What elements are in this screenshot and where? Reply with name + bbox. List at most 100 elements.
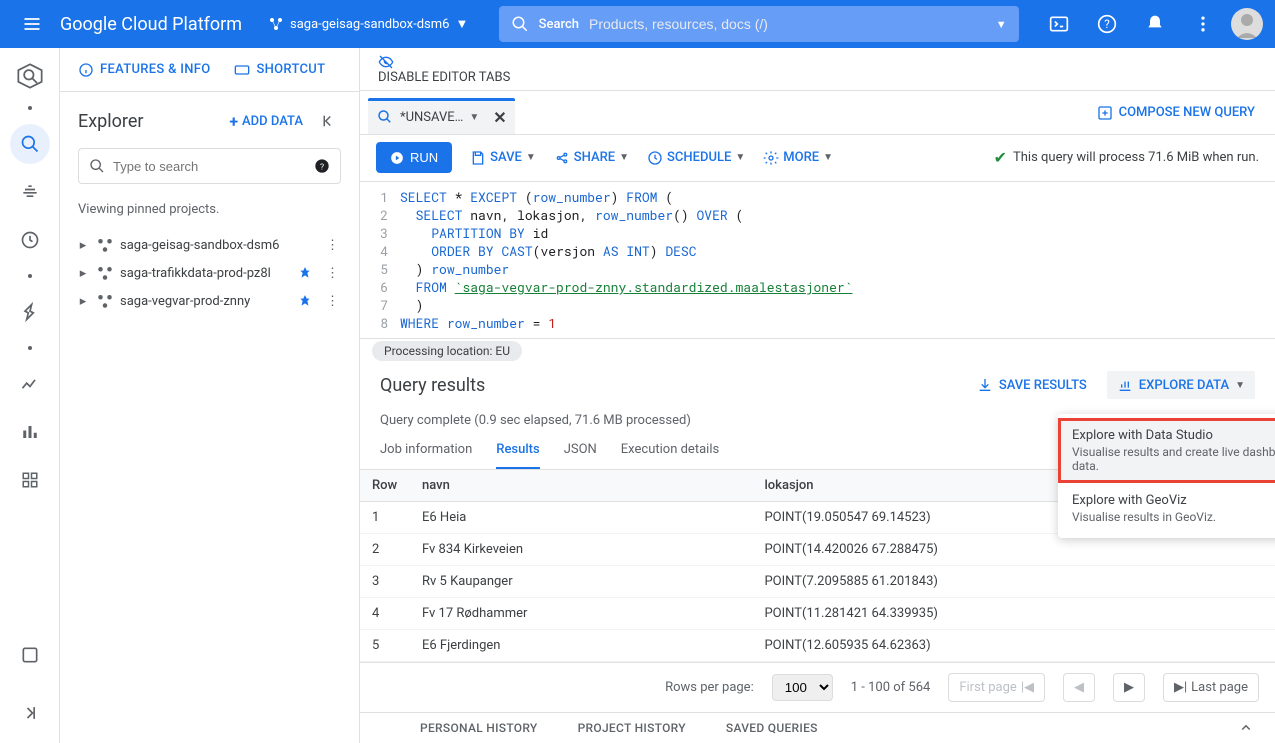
result-tab-execution-details[interactable]: Execution details xyxy=(621,432,719,469)
explore-data-button[interactable]: EXPLORE DATA▼ xyxy=(1107,371,1255,399)
more-vert-icon[interactable]: ⋮ xyxy=(322,294,343,309)
menu-item-title: Explore with GeoViz xyxy=(1072,493,1275,508)
project-history-tab[interactable]: PROJECT HISTORY xyxy=(578,721,686,735)
plus-box-icon xyxy=(1097,105,1113,121)
more-vert-icon[interactable] xyxy=(1183,4,1223,44)
first-page-icon: |◀ xyxy=(1021,680,1034,695)
divider-dot xyxy=(28,106,32,110)
expand-arrow-icon[interactable]: ▸ xyxy=(76,294,90,309)
resources-icon[interactable] xyxy=(10,460,50,500)
more-vert-icon[interactable]: ⋮ xyxy=(322,266,343,281)
result-tab-results[interactable]: Results xyxy=(496,432,539,469)
table-cell: Rv 5 Kaupanger xyxy=(410,566,752,598)
close-tab-icon[interactable]: ✕ xyxy=(493,108,506,127)
more-vert-icon[interactable]: ⋮ xyxy=(322,238,343,253)
bigquery-logo-icon[interactable] xyxy=(14,60,46,92)
help-filled-icon[interactable]: ? xyxy=(314,158,330,174)
gcp-logo[interactable]: Google Cloud Platform xyxy=(60,14,242,35)
table-cell: 1 xyxy=(360,502,410,534)
query-tab-active[interactable]: *UNSAVE… ▼ ✕ xyxy=(368,98,515,134)
collapse-explorer-icon[interactable] xyxy=(315,108,341,134)
explore-menu-item[interactable]: Explore with GeoViz Visualise results in … xyxy=(1058,483,1275,534)
column-header: navn xyxy=(410,470,752,502)
explore-menu-item[interactable]: Explore with Data StudioVisualise result… xyxy=(1058,418,1275,483)
help-icon[interactable]: ? xyxy=(1087,4,1127,44)
project-selector[interactable]: saga-geisag-sandbox-dsm6 ▼ xyxy=(258,12,478,36)
scheduled-queries-icon[interactable] xyxy=(10,220,50,260)
expand-arrow-icon[interactable]: ▸ xyxy=(76,266,90,281)
schedule-button[interactable]: SCHEDULE▼ xyxy=(647,150,745,166)
visibility-off-icon xyxy=(378,54,394,70)
add-data-button[interactable]: + ADD DATA xyxy=(229,112,303,131)
share-button[interactable]: SHARE▼ xyxy=(554,150,629,166)
expand-history-icon[interactable] xyxy=(1237,719,1255,737)
compose-new-query-button[interactable]: COMPOSE NEW QUERY xyxy=(1085,105,1267,121)
sql-workspace-icon[interactable] xyxy=(10,124,50,164)
search-box[interactable]: Search ▼ xyxy=(499,6,1019,42)
save-button[interactable]: SAVE▼ xyxy=(470,150,536,166)
check-icon: ✔ xyxy=(994,148,1007,167)
project-name-label: saga-vegvar-prod-znny xyxy=(120,294,250,309)
pin-icon[interactable] xyxy=(294,294,316,308)
project-icon xyxy=(268,16,284,32)
user-avatar[interactable] xyxy=(1231,8,1263,40)
project-tree-item[interactable]: ▸ saga-vegvar-prod-znny ⋮ xyxy=(70,287,349,315)
explorer-title: Explorer xyxy=(78,111,144,132)
project-nodes-icon xyxy=(96,292,114,310)
shortcut-button[interactable]: SHORTCUT xyxy=(234,62,325,78)
next-page-button[interactable]: ▶ xyxy=(1113,673,1145,702)
divider-dot xyxy=(28,346,32,350)
expand-arrow-icon[interactable]: ▸ xyxy=(76,238,90,253)
left-icon-bar xyxy=(0,48,60,743)
cloud-shell-icon[interactable] xyxy=(1039,4,1079,44)
run-button[interactable]: RUN xyxy=(376,142,452,173)
disable-editor-tabs-button[interactable]: DISABLE EDITOR TABS xyxy=(378,54,510,85)
menu-item-title: Explore with Data Studio xyxy=(1072,428,1275,443)
monitoring-icon[interactable] xyxy=(10,364,50,404)
table-row[interactable]: 3Rv 5 KaupangerPOINT(7.2095885 61.201843… xyxy=(360,566,1275,598)
tab-dropdown-icon[interactable]: ▼ xyxy=(469,112,479,123)
hamburger-icon[interactable] xyxy=(12,4,52,44)
top-header: Google Cloud Platform saga-geisag-sandbo… xyxy=(0,0,1275,48)
first-page-button[interactable]: First page |◀ xyxy=(948,673,1045,702)
table-row[interactable]: 5E6 FjerdingenPOINT(12.605935 64.62363) xyxy=(360,630,1275,662)
sql-editor[interactable]: 1SELECT * EXCEPT (row_number) FROM (2 SE… xyxy=(360,182,1275,339)
last-page-button[interactable]: ▶| Last page xyxy=(1163,673,1259,702)
table-row[interactable]: 2Fv 834 KirkeveienPOINT(14.420026 67.288… xyxy=(360,534,1275,566)
menu-item-desc: Visualise results in GeoViz. xyxy=(1072,510,1275,524)
explorer-search-input[interactable] xyxy=(113,159,306,174)
result-tab-json[interactable]: JSON xyxy=(564,432,597,469)
table-cell: POINT(12.605935 64.62363) xyxy=(752,630,1275,662)
table-cell: POINT(14.420026 67.288475) xyxy=(752,534,1275,566)
content-area: DISABLE EDITOR TABS *UNSAVE… ▼ ✕ COMPOSE… xyxy=(360,48,1275,743)
migrations-icon[interactable] xyxy=(10,172,50,212)
table-cell: 2 xyxy=(360,534,410,566)
search-input[interactable] xyxy=(589,16,986,32)
bi-engine-icon[interactable] xyxy=(10,412,50,452)
pin-icon[interactable] xyxy=(294,266,316,280)
features-info-button[interactable]: FEATURES & INFO xyxy=(78,62,210,78)
personal-history-tab[interactable]: PERSONAL HISTORY xyxy=(420,721,538,735)
project-tree-item[interactable]: ▸ saga-trafikkdata-prod-pz8l ⋮ xyxy=(70,259,349,287)
capacity-icon[interactable] xyxy=(10,292,50,332)
process-info: ✔ This query will process 71.6 MiB when … xyxy=(994,148,1259,167)
project-tree-item[interactable]: ▸ saga-geisag-sandbox-dsm6 ⋮ xyxy=(70,231,349,259)
notifications-icon[interactable] xyxy=(1135,4,1175,44)
more-button[interactable]: MORE▼ xyxy=(763,150,833,166)
plus-icon: + xyxy=(229,112,238,131)
result-tab-job-information[interactable]: Job information xyxy=(380,432,472,469)
tab-label: *UNSAVE… xyxy=(400,110,463,125)
rows-per-page-select[interactable]: 100 xyxy=(772,674,833,701)
expand-panel-icon[interactable] xyxy=(10,693,50,733)
table-row[interactable]: 4Fv 17 RødhammerPOINT(11.281421 64.33993… xyxy=(360,598,1275,630)
history-bar: PERSONAL HISTORY PROJECT HISTORY SAVED Q… xyxy=(360,712,1275,743)
chevron-down-icon[interactable]: ▼ xyxy=(996,18,1007,31)
save-results-button[interactable]: SAVE RESULTS xyxy=(977,377,1087,393)
chevron-right-icon: ▶ xyxy=(1124,680,1134,695)
search-icon xyxy=(511,15,529,33)
saved-queries-tab[interactable]: SAVED QUERIES xyxy=(726,721,818,735)
viewing-pinned-text: Viewing pinned projects. xyxy=(60,196,359,231)
marketplace-icon[interactable] xyxy=(10,635,50,675)
prev-page-button[interactable]: ◀ xyxy=(1063,673,1095,702)
table-cell: E6 Fjerdingen xyxy=(410,630,752,662)
